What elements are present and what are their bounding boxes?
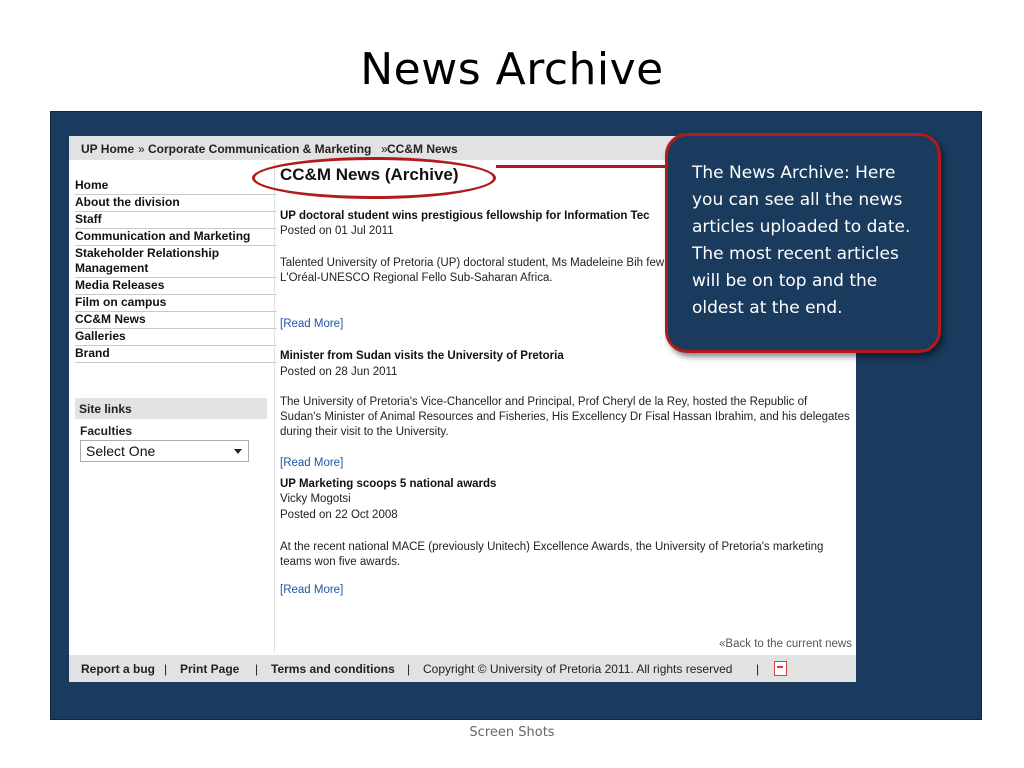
site-links-header: Site links — [75, 398, 267, 419]
article-author: Vicky Mogotsi — [280, 493, 351, 505]
page-heading: CC&M News (Archive) — [280, 165, 459, 184]
report-bug-link[interactable]: Report a bug — [81, 662, 155, 676]
copyright-text: Copyright © University of Pretoria 2011.… — [423, 662, 733, 676]
sidebar-item-brand[interactable]: Brand — [75, 346, 277, 363]
sidebar-item-galleries[interactable]: Galleries — [75, 329, 277, 346]
chevron-down-icon — [234, 449, 242, 454]
footer-separator: | — [407, 662, 411, 676]
footer-separator: | — [164, 662, 168, 676]
column-divider — [274, 162, 275, 652]
pdf-icon[interactable] — [774, 661, 787, 676]
slide-caption: Screen Shots — [469, 725, 555, 740]
sidebar-item-home[interactable]: Home — [75, 178, 277, 195]
callout-connector-line — [496, 165, 668, 168]
sidebar-item-stakeholder[interactable]: Stakeholder Relationship Management — [75, 246, 277, 278]
read-more-link[interactable]: [Read More] — [280, 457, 343, 469]
sidebar-item-about[interactable]: About the division — [75, 195, 277, 212]
article-title[interactable]: UP doctoral student wins prestigious fel… — [280, 210, 650, 222]
sidebar-item-film[interactable]: Film on campus — [75, 295, 277, 312]
sidebar-nav: Home About the division Staff Communicat… — [75, 178, 277, 363]
footer-separator: | — [255, 662, 259, 676]
faculties-select-value: Select One — [86, 443, 156, 459]
read-more-link[interactable]: [Read More] — [280, 584, 343, 596]
article-title[interactable]: UP Marketing scoops 5 national awards — [280, 478, 496, 490]
article-summary: At the recent national MACE (previously … — [280, 541, 824, 568]
article-title[interactable]: Minister from Sudan visits the Universit… — [280, 350, 564, 362]
breadcrumb-current: CC&M News — [387, 142, 458, 156]
callout-text: The News Archive: Here you can see all t… — [692, 163, 911, 318]
sidebar-item-staff[interactable]: Staff — [75, 212, 277, 229]
article-date: Posted on 01 Jul 2011 — [280, 225, 394, 237]
sidebar-item-communication[interactable]: Communication and Marketing — [75, 229, 277, 246]
breadcrumb-home-link[interactable]: UP Home — [81, 142, 134, 156]
terms-link[interactable]: Terms and conditions — [271, 662, 395, 676]
article-summary: The University of Pretoria's Vice-Chance… — [280, 396, 850, 438]
sidebar-item-ccm-news[interactable]: CC&M News — [75, 312, 277, 329]
faculties-label: Faculties — [80, 424, 133, 438]
breadcrumb-section-link[interactable]: Corporate Communication & Marketing — [148, 142, 371, 156]
read-more-link[interactable]: [Read More] — [280, 318, 343, 330]
article-date: Posted on 22 Oct 2008 — [280, 509, 398, 521]
sidebar-item-media-releases[interactable]: Media Releases — [75, 278, 277, 295]
slide-title: News Archive — [360, 44, 664, 95]
annotation-callout: The News Archive: Here you can see all t… — [665, 133, 941, 353]
breadcrumb-separator: » — [138, 142, 145, 156]
footer-bar: Report a bug | Print Page | Terms and co… — [69, 655, 856, 682]
faculties-select[interactable]: Select One — [80, 440, 249, 462]
print-page-link[interactable]: Print Page — [180, 662, 239, 676]
article-date: Posted on 28 Jun 2011 — [280, 366, 398, 378]
footer-separator: | — [756, 662, 760, 676]
back-to-current-news-link[interactable]: «Back to the current news — [719, 638, 852, 650]
